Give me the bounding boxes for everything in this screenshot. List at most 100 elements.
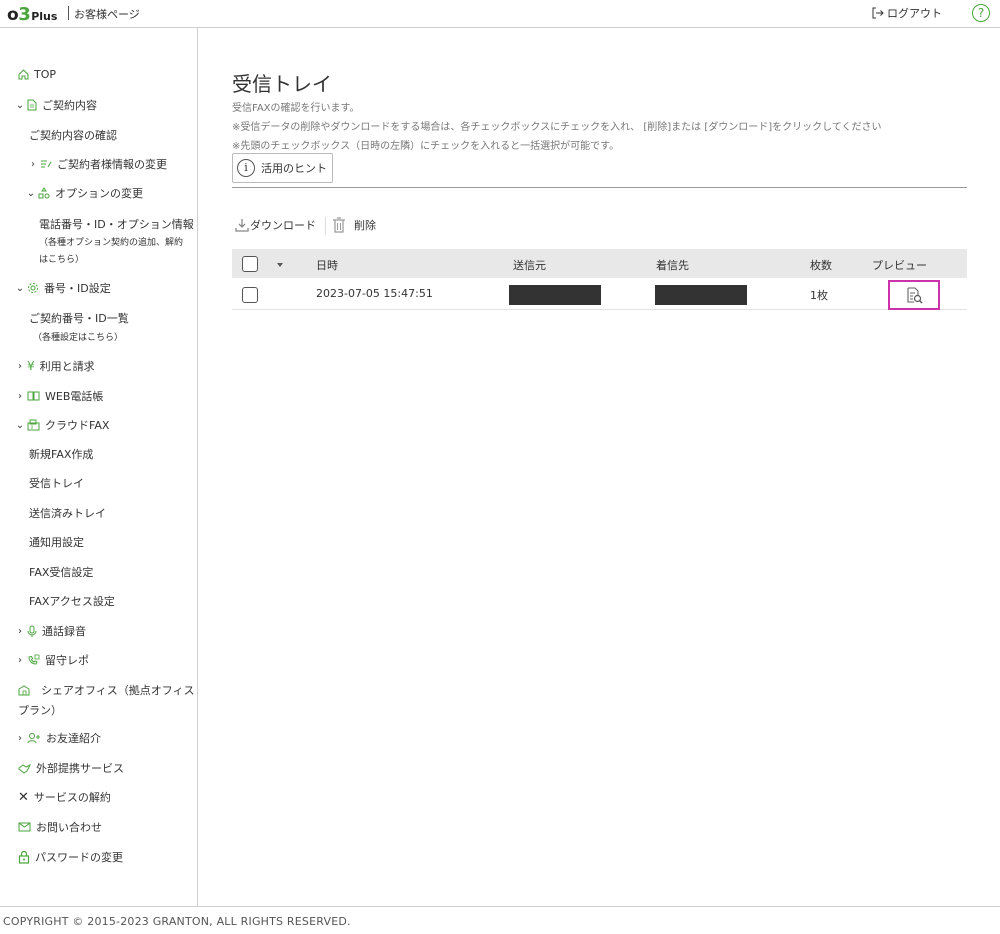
sidebar-label: 留守レポ xyxy=(45,654,89,667)
info-icon: i xyxy=(237,159,255,177)
sidebar-item-contract-change[interactable]: › ご契約者様情報の変更 xyxy=(28,156,167,172)
toolbar-separator xyxy=(325,217,326,235)
cell-pages: 1枚 xyxy=(810,289,828,302)
trash-icon xyxy=(333,217,345,233)
table-header: 日時 送信元 着信先 枚数 プレビュー xyxy=(232,249,967,278)
sidebar-item-voicemail[interactable]: › 留守レポ xyxy=(15,652,89,668)
download-label: ダウンロード xyxy=(250,219,316,232)
sidebar-label: ご契約者様情報の変更 xyxy=(57,158,167,171)
sidebar-item-call-record[interactable]: › 通話録音 xyxy=(15,623,86,639)
sidebar-item-contract[interactable]: ⌄ ご契約内容 xyxy=(15,97,97,113)
logo-plus: Plus xyxy=(31,10,58,23)
logo-o: o xyxy=(7,5,19,25)
chevron-right-icon: › xyxy=(18,390,22,402)
microphone-icon xyxy=(27,625,37,637)
help-icon[interactable]: ? xyxy=(972,4,990,22)
download-icon xyxy=(235,219,249,232)
yen-icon: ¥ xyxy=(27,359,35,373)
sidebar-item-contract-check[interactable]: ご契約内容の確認 xyxy=(29,127,117,143)
add-user-icon xyxy=(27,733,40,744)
sidebar-label: パスワードの変更 xyxy=(35,851,123,864)
sidebar-item-cloud-fax[interactable]: ⌄ クラウドFAX xyxy=(15,417,110,433)
mail-icon xyxy=(18,822,31,832)
delete-button[interactable]: 削除 xyxy=(332,217,376,233)
sidebar-item-contact[interactable]: お問い合わせ xyxy=(18,819,102,835)
sidebar-item-phone-option-info[interactable]: 電話番号・ID・オプション情報 xyxy=(39,216,194,232)
sidebar-item-referral[interactable]: › お友達紹介 xyxy=(15,730,101,746)
chevron-down-icon: ⌄ xyxy=(26,187,36,199)
hint-label: 活用のヒント xyxy=(261,162,327,175)
column-preview: プレビュー xyxy=(872,259,927,272)
column-pages[interactable]: 枚数 xyxy=(810,257,832,273)
lock-icon xyxy=(18,850,30,864)
sidebar-item-top[interactable]: TOP xyxy=(18,68,56,81)
sidebar-item-inbox[interactable]: 受信トレイ xyxy=(29,475,84,491)
column-datetime[interactable]: 日時 xyxy=(316,257,338,273)
logout-button[interactable]: ログアウト xyxy=(872,5,942,21)
footer: COPYRIGHT © 2015-2023 GRANTON, ALL RIGHT… xyxy=(0,906,1000,934)
delete-label: 削除 xyxy=(354,219,376,232)
sidebar-item-password[interactable]: パスワードの変更 xyxy=(18,849,123,865)
sidebar-item-cancel[interactable]: ✕ サービスの解約 xyxy=(18,789,111,805)
chevron-down-icon: ⌄ xyxy=(15,282,25,294)
row-checkbox[interactable] xyxy=(242,287,258,303)
sidebar-item-share-office[interactable]: シェアオフィス（拠点オフィス xyxy=(18,682,195,698)
sidebar-note: （各種設定はこちら） xyxy=(33,333,124,343)
chevron-down-icon: ⌄ xyxy=(15,99,25,111)
sidebar-label: WEB電話帳 xyxy=(45,390,104,403)
chevron-right-icon: › xyxy=(18,732,22,744)
sidebar-label: ご契約内容 xyxy=(42,99,97,112)
document-search-icon xyxy=(907,287,923,304)
select-all-checkbox[interactable] xyxy=(242,256,258,272)
o3plus-logo[interactable]: o 3 Plus xyxy=(7,4,58,25)
sidebar-item-notify[interactable]: 通知用設定 xyxy=(29,534,84,550)
sidebar-nav: TOP ⌄ ご契約内容 ご契約内容の確認 › ご契約者様情報の変更 ⌄ オプショ… xyxy=(0,28,198,906)
sidebar-label: 通話録音 xyxy=(42,625,86,638)
cell-recipient-redacted xyxy=(655,285,747,305)
cell-datetime: 2023-07-05 15:47:51 xyxy=(316,287,433,300)
divider xyxy=(232,187,967,188)
fax-icon xyxy=(27,419,40,431)
hint-button[interactable]: i 活用のヒント xyxy=(232,153,333,183)
sidebar-label: 番号・ID設定 xyxy=(44,282,111,295)
gear-icon xyxy=(28,283,38,293)
office-icon xyxy=(18,685,30,696)
preview-button[interactable] xyxy=(888,280,940,310)
sidebar-item-number-list[interactable]: ご契約番号・ID一覧 xyxy=(29,310,129,326)
chevron-right-icon: › xyxy=(18,654,22,666)
phone-report-icon xyxy=(28,654,40,665)
header-separator xyxy=(68,6,69,20)
options-icon xyxy=(38,187,50,199)
sidebar-item-sent[interactable]: 送信済みトレイ xyxy=(29,505,106,521)
copyright: COPYRIGHT © 2015-2023 GRANTON, ALL RIGHT… xyxy=(3,915,351,928)
sidebar-item-number-id-settings[interactable]: ⌄ 番号・ID設定 xyxy=(15,280,111,296)
sidebar-item-fax-access[interactable]: FAXアクセス設定 xyxy=(29,593,115,609)
logout-label: ログアウト xyxy=(887,7,942,20)
sidebar-label: サービスの解約 xyxy=(33,791,111,804)
sidebar-label: お友達紹介 xyxy=(46,732,101,745)
sidebar-note: はこちら） xyxy=(39,255,85,265)
home-icon xyxy=(18,69,29,80)
bulk-select-dropdown-icon[interactable] xyxy=(277,263,283,267)
sidebar-item-new-fax[interactable]: 新規FAX作成 xyxy=(29,446,93,462)
close-icon: ✕ xyxy=(18,789,29,805)
column-recipient[interactable]: 着信先 xyxy=(656,257,689,273)
chevron-right-icon: › xyxy=(18,625,22,637)
sidebar-item-external[interactable]: 外部提携サービス xyxy=(18,760,124,776)
logo-3: 3 xyxy=(18,4,31,25)
sidebar-label: お問い合わせ xyxy=(36,821,102,834)
page-title: 受信トレイ xyxy=(232,72,332,96)
sidebar-label: 利用と請求 xyxy=(39,360,95,373)
logout-icon xyxy=(872,7,884,19)
chevron-right-icon: › xyxy=(31,158,35,170)
sidebar-item-billing[interactable]: › ¥ 利用と請求 xyxy=(15,358,95,374)
download-button[interactable]: ダウンロード xyxy=(234,217,316,233)
sidebar-item-fax-receive[interactable]: FAX受信設定 xyxy=(29,564,93,580)
chevron-right-icon: › xyxy=(18,360,22,372)
page-description: 受信FAXの確認を行います。 xyxy=(232,103,360,114)
column-sender[interactable]: 送信元 xyxy=(513,257,546,273)
sidebar-item-web-phonebook[interactable]: › WEB電話帳 xyxy=(15,388,103,404)
chevron-down-icon: ⌄ xyxy=(15,419,25,431)
cell-sender-redacted xyxy=(509,285,601,305)
sidebar-item-option-change[interactable]: ⌄ オプションの変更 xyxy=(26,185,143,201)
